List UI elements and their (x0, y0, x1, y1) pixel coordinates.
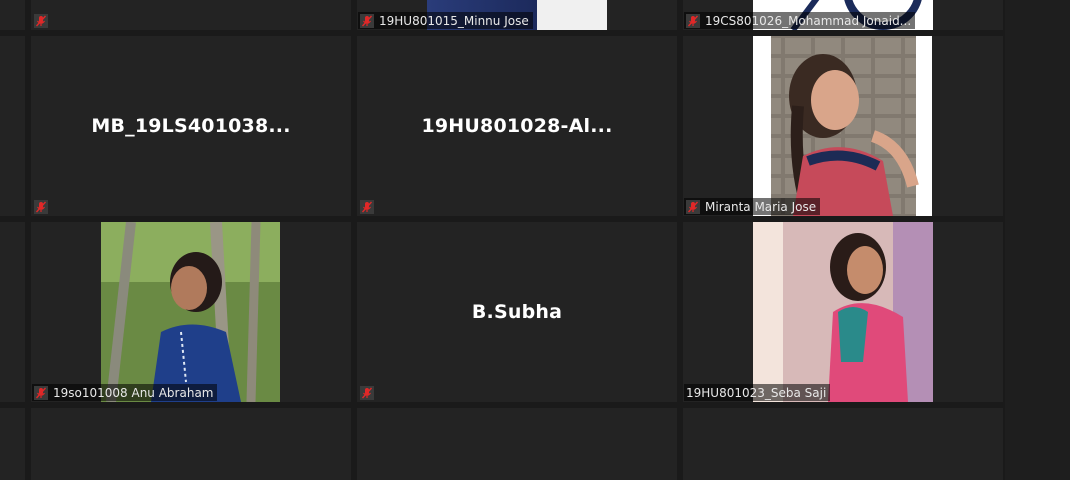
right-edge-strip (1005, 0, 1070, 480)
video-tile-left-edge-row2[interactable] (0, 222, 25, 402)
participant-photo (771, 36, 919, 216)
mic-muted-icon (360, 385, 374, 400)
participant-name: Miranta Maria Jose (705, 199, 817, 214)
video-tile-anu[interactable]: 19so101008 Anu Abraham (31, 222, 351, 402)
video-tile-seba[interactable]: 19HU801023_Seba Saji (683, 222, 1003, 402)
participant-name: 19CS801026_Mohammad Jonaid... (705, 13, 912, 28)
mic-muted-icon (34, 199, 48, 214)
video-tile-left-edge-row1[interactable] (0, 36, 25, 216)
video-tile-left-edge-row3[interactable] (0, 408, 25, 480)
video-tile-row0-col1[interactable] (31, 0, 351, 30)
participant-label (358, 384, 383, 401)
video-tile-minnu[interactable]: 19HU801015_Minnu Jose (357, 0, 677, 30)
participant-name: 19HU801023_Seba Saji (686, 385, 827, 400)
video-tile-miranta[interactable]: Miranta Maria Jose (683, 36, 1003, 216)
participant-display-name: 19HU801028-Al... (421, 115, 613, 137)
participant-label: 19HU801023_Seba Saji (684, 384, 831, 401)
participant-photo (101, 222, 280, 402)
mic-muted-icon (360, 13, 374, 28)
participant-name: 19HU801015_Minnu Jose (379, 13, 529, 28)
video-tile-subha[interactable]: B.Subha (357, 222, 677, 402)
video-tile-left-edge-row0[interactable] (0, 0, 25, 30)
participant-label: Miranta Maria Jose (684, 198, 821, 215)
participant-display-name: MB_19LS401038... (91, 115, 291, 137)
participant-display-name: B.Subha (471, 301, 563, 323)
mic-muted-icon (686, 199, 700, 214)
video-tile-jonaid[interactable]: 19CS801026_Mohammad Jonaid... (683, 0, 1003, 30)
video-tile-row3-col1[interactable] (31, 408, 351, 480)
mic-muted-icon (34, 385, 48, 400)
video-tile-row3-col2[interactable] (357, 408, 677, 480)
participant-video (753, 36, 932, 216)
video-tile-mb[interactable]: MB_19LS401038... (31, 36, 351, 216)
participant-label: 19so101008 Anu Abraham (32, 384, 218, 401)
participant-video (753, 222, 933, 402)
participant-photo (753, 222, 933, 402)
participant-label (358, 198, 383, 215)
video-tile-al[interactable]: 19HU801028-Al... (357, 36, 677, 216)
participant-label: 19HU801015_Minnu Jose (358, 12, 533, 29)
mic-muted-icon (686, 13, 700, 28)
mic-muted-icon (34, 13, 48, 28)
participant-label (32, 198, 57, 215)
mic-muted-icon (360, 199, 374, 214)
video-tile-row3-col3[interactable] (683, 408, 1003, 480)
participant-label: 19CS801026_Mohammad Jonaid... (684, 12, 916, 29)
participant-name: 19so101008 Anu Abraham (53, 385, 214, 400)
participant-label (32, 12, 57, 29)
participant-video (101, 222, 280, 402)
